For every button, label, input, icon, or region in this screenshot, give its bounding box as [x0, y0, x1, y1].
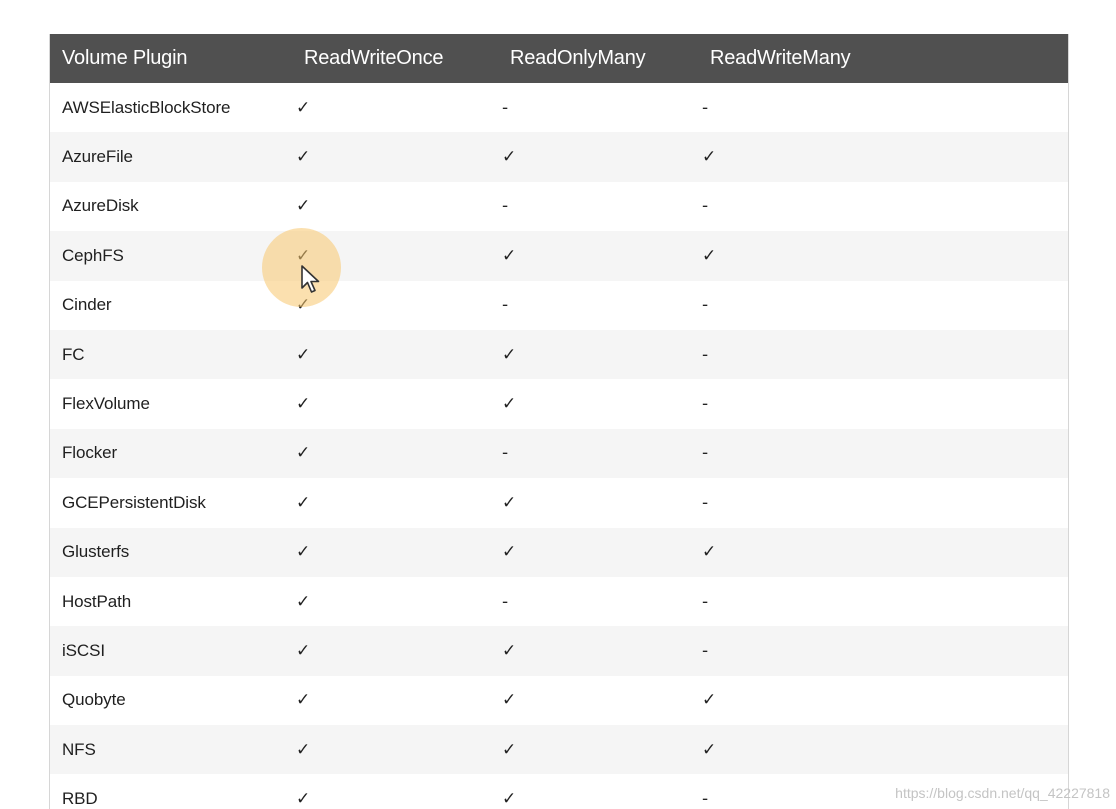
access-mode-readwritemany-cell: ✓ — [702, 147, 717, 168]
table-row: Cinder ✓ - - — [50, 281, 1068, 330]
access-mode-readonlymany-cell: ✓ — [502, 147, 517, 168]
volume-plugin-name: CephFS — [62, 245, 124, 265]
table-row: iSCSI ✓ ✓ - — [50, 626, 1068, 676]
column-header-readwritemany: ReadWriteMany — [710, 47, 851, 69]
access-mode-readonlymany-cell: - — [502, 97, 509, 118]
access-mode-readwriteonce-cell: ✓ — [296, 492, 311, 513]
access-mode-readwritemany-cell: ✓ — [702, 542, 717, 563]
table-row: AWSElasticBlockStore ✓ - - — [50, 83, 1068, 132]
access-mode-readwritemany-cell: - — [702, 97, 709, 118]
access-mode-readwritemany-cell: - — [702, 394, 709, 415]
volume-plugin-name: AWSElasticBlockStore — [62, 97, 231, 117]
access-mode-readwritemany-cell: - — [702, 443, 709, 464]
table-row: CephFS ✓ ✓ ✓ — [50, 231, 1068, 281]
volume-plugin-table: Volume Plugin ReadWriteOnce ReadOnlyMany… — [49, 34, 1069, 809]
volume-plugin-name: FC — [62, 344, 85, 364]
table-row: FlexVolume ✓ ✓ - — [50, 379, 1068, 428]
column-header-volume-plugin: Volume Plugin — [62, 47, 188, 69]
access-mode-readwritemany-cell: ✓ — [702, 245, 717, 266]
volume-plugin-name: FlexVolume — [62, 394, 150, 414]
access-mode-readonlymany-cell: ✓ — [502, 690, 517, 711]
table-row: GCEPersistentDisk ✓ ✓ - — [50, 478, 1068, 527]
volume-plugin-name: NFS — [62, 739, 96, 759]
access-mode-readonlymany-cell: ✓ — [502, 394, 517, 415]
access-mode-readwriteonce-cell: ✓ — [296, 147, 311, 168]
volume-plugin-name: GCEPersistentDisk — [62, 492, 206, 512]
access-mode-readwritemany-cell: - — [702, 492, 709, 513]
access-mode-readonlymany-cell: - — [502, 591, 509, 612]
volume-plugin-name: Glusterfs — [62, 542, 130, 562]
access-mode-readonlymany-cell: - — [502, 196, 509, 217]
access-mode-readwritemany-cell: - — [702, 196, 709, 217]
volume-plugin-name: AzureFile — [62, 147, 133, 167]
access-mode-readwriteonce-cell: ✓ — [296, 97, 311, 118]
column-header-readwriteonce: ReadWriteOnce — [304, 47, 444, 69]
volume-plugin-name: Cinder — [62, 295, 112, 315]
table-body: AWSElasticBlockStore ✓ - - AzureFile ✓ ✓ ✓ Azure… — [50, 83, 1068, 809]
access-mode-readwriteonce-cell: ✓ — [296, 591, 311, 612]
access-mode-readonlymany-cell: ✓ — [502, 739, 517, 760]
access-mode-readonlymany-cell: - — [502, 443, 509, 464]
access-mode-readwriteonce-cell: ✓ — [296, 789, 311, 809]
access-mode-readwritemany-cell: - — [702, 591, 709, 612]
access-mode-readonlymany-cell: ✓ — [502, 245, 517, 266]
table-row: AzureDisk ✓ - - — [50, 182, 1068, 231]
volume-plugin-name: RBD — [62, 789, 98, 809]
table-row: FC ✓ ✓ - — [50, 329, 1068, 380]
access-mode-readonlymany-cell: - — [502, 295, 509, 316]
volume-plugin-name: Quobyte — [62, 690, 126, 710]
volume-plugin-name: HostPath — [62, 591, 132, 611]
access-mode-readwritemany-cell: ✓ — [702, 739, 717, 760]
watermark-url: https://blog.csdn.net/qq_42227818 — [895, 785, 1110, 801]
table-row: Quobyte ✓ ✓ ✓ — [50, 676, 1068, 725]
table-row: Flocker ✓ - - — [50, 428, 1068, 479]
access-mode-readwriteonce-cell: ✓ — [296, 640, 311, 661]
access-mode-readwriteonce-cell: ✓ — [296, 394, 311, 415]
table-row: AzureFile ✓ ✓ ✓ — [50, 132, 1068, 182]
access-mode-readwritemany-cell: ✓ — [702, 690, 717, 711]
access-mode-readwriteonce-cell: ✓ — [296, 344, 311, 365]
volume-plugin-name: AzureDisk — [62, 196, 139, 216]
access-mode-readonlymany-cell: ✓ — [502, 789, 517, 809]
volume-plugin-name: iSCSI — [62, 640, 105, 660]
access-mode-readonlymany-cell: ✓ — [502, 344, 517, 365]
access-mode-readwriteonce-cell: ✓ — [296, 245, 311, 266]
volume-plugin-name: Flocker — [62, 443, 118, 463]
table-header: Volume Plugin ReadWriteOnce ReadOnlyMany… — [50, 34, 1068, 83]
mouse-pointer-icon — [301, 265, 320, 293]
access-mode-readonlymany-cell: ✓ — [502, 492, 517, 513]
table-header-row: Volume Plugin ReadWriteOnce ReadOnlyMany… — [50, 34, 1068, 83]
access-mode-readwriteonce-cell: ✓ — [296, 295, 311, 316]
table-row: NFS ✓ ✓ ✓ — [50, 725, 1068, 775]
table-row: HostPath ✓ - - — [50, 577, 1068, 626]
access-mode-readwriteonce-cell: ✓ — [296, 739, 311, 760]
access-mode-readwritemany-cell: - — [702, 640, 709, 661]
access-mode-readwritemany-cell: - — [702, 344, 709, 365]
access-mode-readwriteonce-cell: ✓ — [296, 690, 311, 711]
access-mode-readonlymany-cell: ✓ — [502, 640, 517, 661]
column-header-readonlymany: ReadOnlyMany — [510, 47, 646, 69]
access-mode-readwriteonce-cell: ✓ — [296, 443, 311, 464]
access-mode-readwritemany-cell: - — [702, 295, 709, 316]
table-row: Glusterfs ✓ ✓ ✓ — [50, 527, 1068, 577]
access-mode-readwriteonce-cell: ✓ — [296, 196, 311, 217]
access-mode-readwriteonce-cell: ✓ — [296, 542, 311, 563]
access-mode-readonlymany-cell: ✓ — [502, 542, 517, 563]
